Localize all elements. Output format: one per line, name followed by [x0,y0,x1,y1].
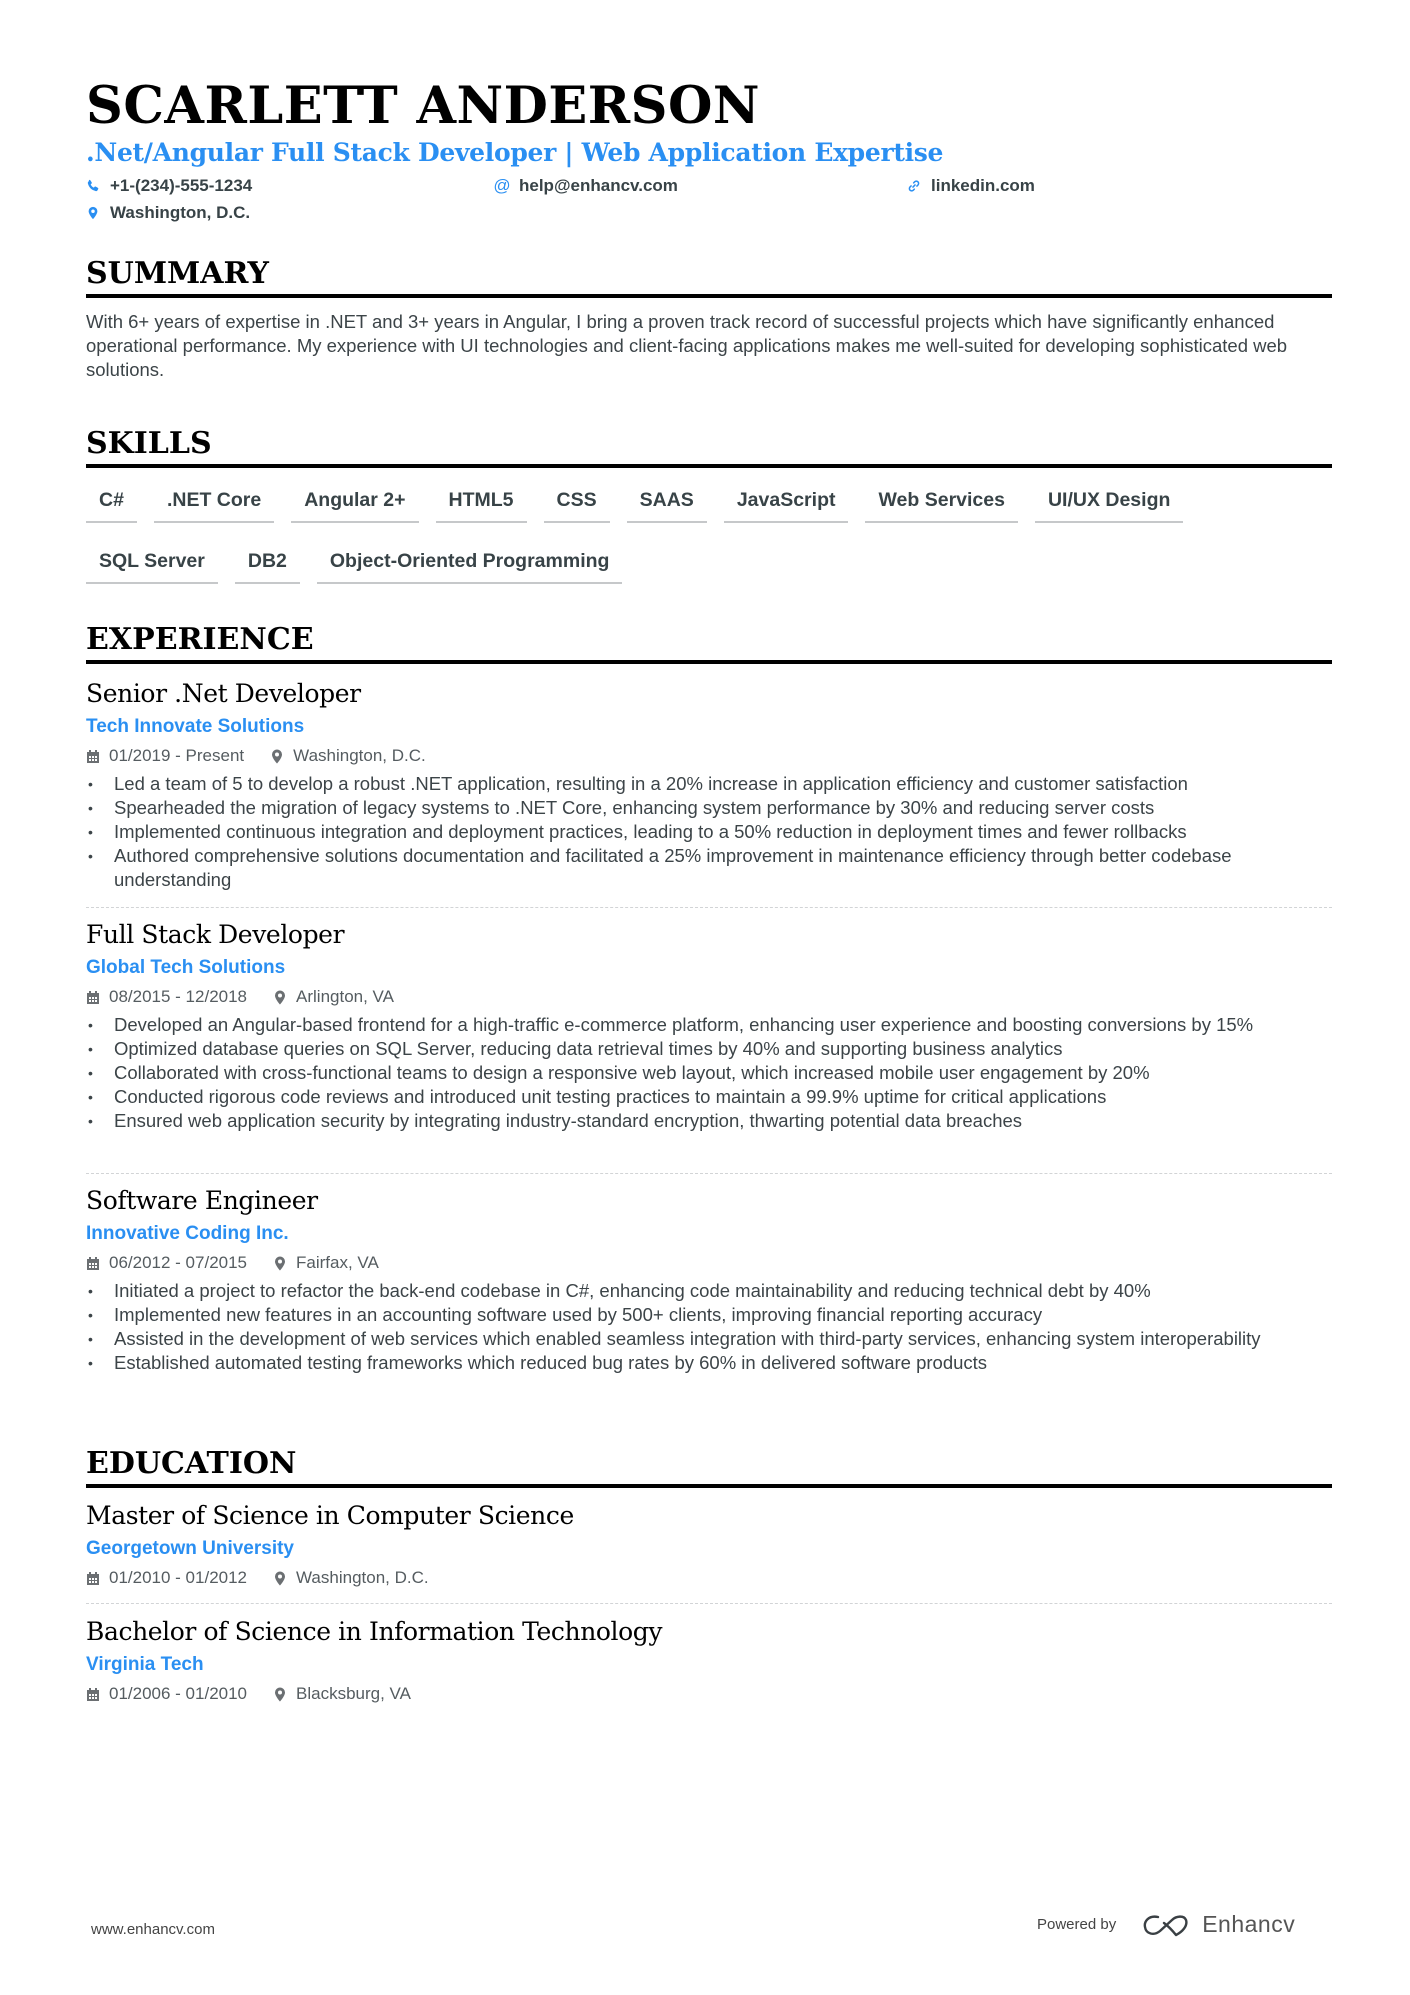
phone-icon [86,178,100,194]
footer-website-link[interactable]: www.enhancv.com [91,1921,215,1938]
entry-divider [86,907,1332,908]
enhancv-brand-name: Enhancv [1202,1911,1296,1937]
at-icon: @ [493,176,511,195]
calendar-icon [86,1571,100,1586]
summary-text: With 6+ years of expertise in .NET and 3… [86,311,1288,380]
skill-tag: JavaScript [723,482,849,523]
skill-tag: Object-Oriented Programming [316,543,623,584]
degree-title: Master of Science in Computer Science [86,1501,574,1530]
achievement-item: Optimized database queries on SQL Server… [86,1037,1332,1061]
skill-tag: .NET Core [153,482,275,523]
achievement-item: Ensured web application security by inte… [86,1109,1332,1133]
achievement-item: Conducted rigorous code reviews and intr… [86,1085,1332,1109]
entry-divider [86,1173,1332,1174]
entry-location: Arlington, VA [296,987,394,1006]
section-title-education: EDUCATION [86,1446,1332,1488]
school-name: Georgetown University [86,1538,294,1559]
entry-dates: 01/2019 - Present [109,746,245,765]
entry-location: Washington, D.C. [296,1568,429,1587]
achievement-item: Established automated testing frameworks… [86,1351,1332,1375]
achievement-list: Led a team of 5 to develop a robust .NET… [86,772,1332,892]
location-pin-icon [273,1256,287,1271]
entry-meta: 01/2006 - 01/2010 Blacksburg, VA [86,1682,1332,1706]
achievement-item: Implemented continuous integration and d… [86,820,1332,844]
contact-phone-text: +1-(234)-555-1234 [110,176,253,195]
contact-linkedin[interactable]: linkedin.com [907,174,1035,198]
footer-branding: Powered by Enhancv [1037,1911,1295,1938]
experience-entry: Senior .Net Developer Tech Innovate Solu… [86,678,1332,892]
skill-tag: DB2 [234,543,300,584]
job-title: Software Engineer [86,1186,318,1215]
section-title-summary: SUMMARY [86,256,1332,298]
entry-location: Fairfax, VA [296,1253,379,1272]
entry-location: Blacksburg, VA [296,1684,411,1703]
entry-meta: 08/2015 - 12/2018 Arlington, VA [86,985,1332,1009]
achievement-item: Collaborated with cross-functional teams… [86,1061,1332,1085]
contact-email[interactable]: @ help@enhancv.com [493,174,678,198]
entry-divider [86,1603,1332,1604]
achievement-item: Developed an Angular-based frontend for … [86,1013,1332,1037]
achievement-item: Implemented new features in an accountin… [86,1303,1332,1327]
school-name: Virginia Tech [86,1654,204,1675]
skill-tag: C# [86,482,137,523]
achievement-list: Developed an Angular-based frontend for … [86,1013,1332,1133]
calendar-icon [86,749,100,764]
skill-tag: SQL Server [86,543,218,584]
achievement-item: Authored comprehensive solutions documen… [86,844,1332,892]
skill-tag: UI/UX Design [1034,482,1184,523]
achievement-list: Initiated a project to refactor the back… [86,1279,1332,1375]
company-name: Global Tech Solutions [86,957,286,978]
calendar-icon [86,1687,100,1702]
contact-location: Washington, D.C. [86,201,250,225]
entry-location: Washington, D.C. [293,746,426,765]
contact-phone[interactable]: +1-(234)-555-1234 [86,174,252,198]
entry-dates: 01/2006 - 01/2010 [109,1684,248,1703]
powered-by-label: Powered by [1037,1916,1117,1933]
experience-entry: Software Engineer Innovative Coding Inc.… [86,1185,1332,1375]
contact-email-text: help@enhancv.com [519,176,678,195]
skill-tag: SAAS [626,482,707,523]
location-pin-icon [273,1687,287,1702]
achievement-item: Spearheaded the migration of legacy syst… [86,796,1332,820]
candidate-headline: .Net/Angular Full Stack Developer | Web … [86,138,944,167]
location-pin-icon [273,1571,287,1586]
contact-location-text: Washington, D.C. [110,203,251,222]
education-entry: Bachelor of Science in Information Techn… [86,1616,1332,1706]
location-pin-icon [270,749,284,764]
section-title-experience: EXPERIENCE [86,622,1332,664]
achievement-item: Assisted in the development of web servi… [86,1327,1332,1351]
calendar-icon [86,1256,100,1271]
entry-meta: 01/2010 - 01/2012 Washington, D.C. [86,1566,1332,1590]
job-title: Senior .Net Developer [86,679,361,708]
skill-tag: Angular 2+ [291,482,419,523]
company-name: Tech Innovate Solutions [86,716,305,737]
skill-tag: CSS [543,482,610,523]
contact-linkedin-text: linkedin.com [931,176,1035,195]
company-name: Innovative Coding Inc. [86,1223,289,1244]
entry-dates: 06/2012 - 07/2015 [109,1253,248,1272]
entry-meta: 01/2019 - Present Washington, D.C. [86,744,1332,768]
skill-tag: HTML5 [435,482,527,523]
entry-meta: 06/2012 - 07/2015 Fairfax, VA [86,1251,1332,1275]
entry-dates: 01/2010 - 01/2012 [109,1568,248,1587]
candidate-name: SCARLETT ANDERSON [86,76,760,136]
enhancv-logo-icon [1143,1914,1188,1936]
job-title: Full Stack Developer [86,920,345,949]
achievement-item: Initiated a project to refactor the back… [86,1279,1332,1303]
skill-tag: Web Services [865,482,1018,523]
link-icon [907,178,921,194]
location-pin-icon [86,205,100,221]
skills-list: C# .NET Core Angular 2+ HTML5 CSS SAAS J… [86,482,1332,584]
education-entry: Master of Science in Computer Science Ge… [86,1500,1332,1590]
section-title-skills: SKILLS [86,426,1332,468]
degree-title: Bachelor of Science in Information Techn… [86,1617,663,1646]
location-pin-icon [273,990,287,1005]
achievement-item: Led a team of 5 to develop a robust .NET… [86,772,1332,796]
experience-entry: Full Stack Developer Global Tech Solutio… [86,919,1332,1133]
calendar-icon [86,990,100,1005]
entry-dates: 08/2015 - 12/2018 [109,987,248,1006]
